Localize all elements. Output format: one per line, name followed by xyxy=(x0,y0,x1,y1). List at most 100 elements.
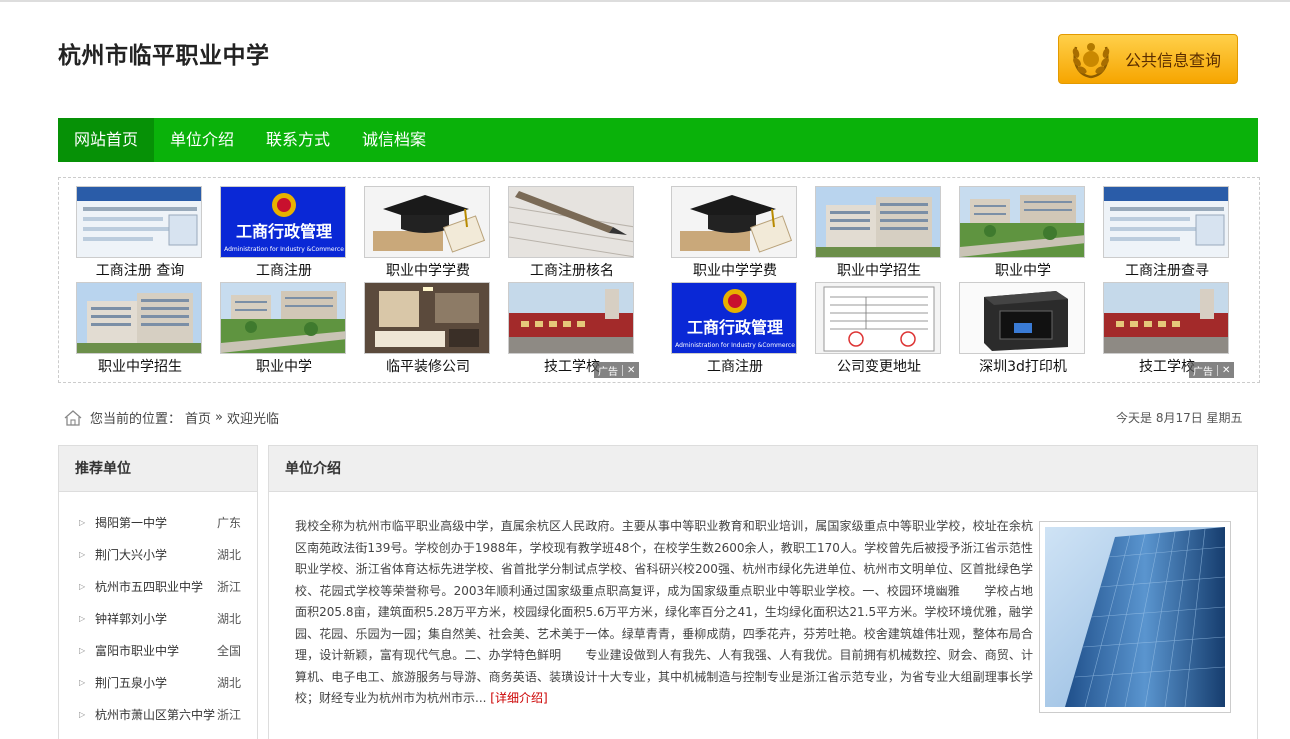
school-gate-thumb-icon[interactable] xyxy=(1103,282,1229,354)
breadcrumb: 您当前的位置： 首页 » 欢迎光临 xyxy=(64,408,283,427)
intro-panel: 单位介绍 我校全称为杭州市临平职业高级中学，直属余杭区人民政府。主要从事中等职业… xyxy=(268,445,1258,739)
recommend-item-province: 湖北 xyxy=(217,547,242,562)
pen-thumb-icon[interactable] xyxy=(508,186,634,258)
gov-site-thumb-icon[interactable] xyxy=(1103,186,1229,258)
recommend-item-province: 广东 xyxy=(217,515,242,530)
document-thumb-icon[interactable] xyxy=(815,282,941,354)
recommend-item[interactable]: ▷ 荆门大兴小学 湖北 xyxy=(59,538,257,570)
ad-caption[interactable]: 职业中学 xyxy=(959,260,1087,280)
recommend-item-province: 湖北 xyxy=(217,675,242,690)
home-icon xyxy=(64,409,82,426)
school-building-thumb-icon[interactable] xyxy=(76,282,202,354)
ad-item[interactable]: 工商注册查寻 xyxy=(1103,186,1231,280)
ad-caption[interactable]: 临平装修公司 xyxy=(364,356,492,376)
school-building-thumb-icon[interactable] xyxy=(815,186,941,258)
caret-right-icon: ▷ xyxy=(79,581,86,591)
ad-close-icon[interactable]: ✕ xyxy=(1217,364,1234,376)
nav-contact[interactable]: 联系方式 xyxy=(250,118,346,162)
today-date: 今天是 8月17日 星期五 xyxy=(1116,411,1243,425)
recommend-item[interactable]: ▷ 杭州市五四职业中学 浙江 xyxy=(59,570,257,602)
campus-thumb-icon[interactable] xyxy=(959,186,1085,258)
ad-item[interactable]: 公司变更地址 xyxy=(815,282,943,376)
ad-caption[interactable]: 工商注册核名 xyxy=(508,260,636,280)
3d-printer-thumb-icon[interactable] xyxy=(959,282,1085,354)
nav-credit[interactable]: 诚信档案 xyxy=(346,118,442,162)
recommend-item[interactable]: ▷ 钟祥郭刘小学 湖北 xyxy=(59,602,257,634)
ad-caption[interactable]: 公司变更地址 xyxy=(815,356,943,376)
recommend-panel: 推荐单位 ▷ 揭阳第一中学 广东 ▷ 荆门大兴小学 湖北 ▷ 杭州市五四职业中学 浙江 ▷ 钟祥郭刘… xyxy=(58,445,258,739)
breadcrumb-prefix: 您当前的位置： xyxy=(90,412,182,427)
caret-right-icon: ▷ xyxy=(79,549,86,559)
ad-item[interactable]: 深圳3d打印机 xyxy=(959,282,1087,376)
recommend-item-name[interactable]: 荆门五泉小学 xyxy=(95,674,217,691)
recommend-item-name[interactable]: 荆门大兴小学 xyxy=(95,546,217,563)
gov-site-thumb-icon[interactable] xyxy=(76,186,202,258)
ad-caption[interactable]: 职业中学学费 xyxy=(671,260,799,280)
ad-caption[interactable]: 工商注册 xyxy=(671,356,799,376)
recommend-item-name[interactable]: 杭州市萧山区第六中学 xyxy=(95,706,217,723)
ad-caption[interactable]: 深圳3d打印机 xyxy=(959,356,1087,376)
caret-right-icon: ▷ xyxy=(79,613,86,623)
ad-badge: 广告 ✕ xyxy=(1189,362,1235,378)
campus-thumb-icon[interactable] xyxy=(220,282,346,354)
ad-caption[interactable]: 职业中学 xyxy=(220,356,348,376)
ad-item[interactable]: 职业中学 xyxy=(220,282,348,376)
query-button-label: 公共信息查询 xyxy=(1125,51,1222,70)
ad-caption[interactable]: 工商注册查寻 xyxy=(1103,260,1231,280)
graduation-cap-thumb-icon[interactable] xyxy=(364,186,490,258)
site-title: 杭州市临平职业中学 xyxy=(58,43,270,69)
ad-caption[interactable]: 职业中学招生 xyxy=(76,356,204,376)
more-link[interactable]: [详细介绍] xyxy=(490,691,547,705)
living-room-thumb-icon[interactable] xyxy=(364,282,490,354)
recommend-item[interactable]: ▷ 揭阳第一中学 广东 xyxy=(59,506,257,538)
intro-title: 单位介绍 xyxy=(269,446,1257,492)
recommend-item-province: 全国 xyxy=(217,643,242,658)
recommend-item-province: 浙江 xyxy=(217,579,242,594)
ad-item[interactable]: 工商行政管理 Administration for Industry &Comme… xyxy=(671,282,799,376)
svg-text:工商行政管理: 工商行政管理 xyxy=(687,318,783,337)
ad-item[interactable]: 职业中学学费 xyxy=(364,186,492,280)
recommend-item-name[interactable]: 钟祥郭刘小学 xyxy=(95,610,217,627)
caret-right-icon: ▷ xyxy=(79,645,86,655)
ad-caption[interactable]: 工商注册 查询 xyxy=(76,260,204,280)
police-badge-thumb-icon[interactable]: 工商行政管理 Administration for Industry &Comme… xyxy=(220,186,346,258)
ad-caption[interactable]: 工商注册 xyxy=(220,260,348,280)
recommend-title: 推荐单位 xyxy=(59,446,257,492)
recommend-item-name[interactable]: 揭阳第一中学 xyxy=(95,514,217,531)
caret-right-icon: ▷ xyxy=(79,517,86,527)
laurel-emblem-icon xyxy=(1065,36,1117,82)
police-badge-thumb-icon[interactable]: 工商行政管理 Administration for Industry &Comme… xyxy=(671,282,797,354)
building-photo xyxy=(1039,521,1231,713)
graduation-cap-thumb-icon[interactable] xyxy=(671,186,797,258)
ad-item[interactable]: 工商行政管理 Administration for Industry &Comme… xyxy=(220,186,348,280)
ad-item[interactable]: 职业中学 xyxy=(959,186,1087,280)
caret-right-icon: ▷ xyxy=(79,677,86,687)
ad-item[interactable]: 职业中学学费 xyxy=(671,186,799,280)
public-info-query-button[interactable]: 公共信息查询 xyxy=(1058,34,1238,84)
caret-right-icon: ▷ xyxy=(79,709,86,719)
svg-text:Administration for Industry &C: Administration for Industry &Commerce xyxy=(224,246,344,253)
ad-caption[interactable]: 职业中学学费 xyxy=(364,260,492,280)
ad-item[interactable]: 职业中学招生 xyxy=(76,282,204,376)
ad-grid: 工商注册 查询工商行政管理 Administration for Industry… xyxy=(58,177,1260,383)
ad-item[interactable]: 工商注册 查询 xyxy=(76,186,204,280)
nav-home[interactable]: 网站首页 xyxy=(58,118,155,162)
ad-item[interactable]: 职业中学招生 xyxy=(815,186,943,280)
recommend-item-name[interactable]: 富阳市职业中学 xyxy=(95,642,217,659)
breadcrumb-separator: » xyxy=(215,410,223,425)
breadcrumb-home-link[interactable]: 首页 xyxy=(185,408,211,427)
recommend-item[interactable]: ▷ 富阳市职业中学 全国 xyxy=(59,634,257,666)
ad-caption[interactable]: 职业中学招生 xyxy=(815,260,943,280)
breadcrumb-current: 欢迎光临 xyxy=(227,412,280,427)
intro-body: 我校全称为杭州市临平职业高级中学，直属余杭区人民政府。主要从事中等职业教育和职业… xyxy=(295,519,1033,705)
ad-close-icon[interactable]: ✕ xyxy=(622,364,639,376)
nav-about[interactable]: 单位介绍 xyxy=(154,118,250,162)
recommend-item[interactable]: ▷ 荆门五泉小学 湖北 xyxy=(59,666,257,698)
recommend-item[interactable]: ▷ 杭州市萧山区第六中学 浙江 xyxy=(59,698,257,730)
ad-item[interactable]: 工商注册核名 xyxy=(508,186,636,280)
ad-item[interactable]: 临平装修公司 xyxy=(364,282,492,376)
ad-badge: 广告 ✕ xyxy=(594,362,640,378)
school-gate-thumb-icon[interactable] xyxy=(508,282,634,354)
recommend-item-name[interactable]: 杭州市五四职业中学 xyxy=(95,578,217,595)
svg-text:Administration for Industry &C: Administration for Industry &Commerce xyxy=(675,342,795,349)
